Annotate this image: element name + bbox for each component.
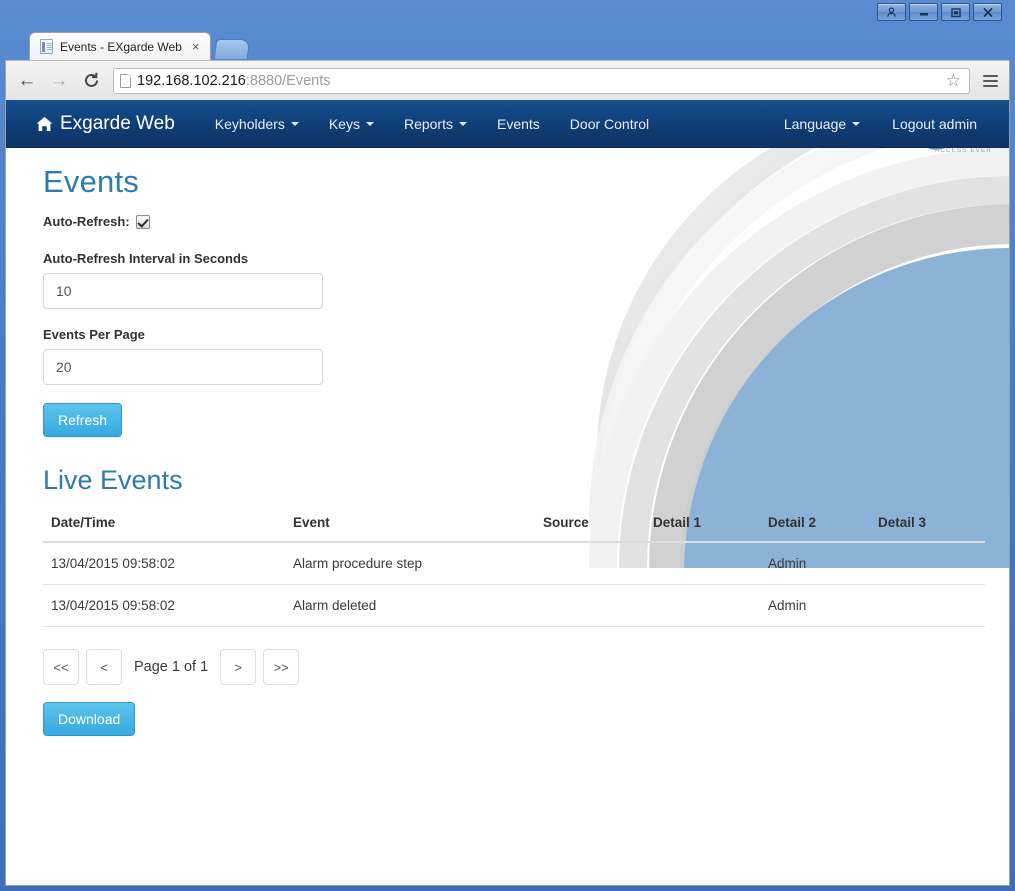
nav-label-keys: Keys	[328, 115, 360, 132]
cell-detail2: Admin	[760, 584, 870, 627]
address-bar[interactable]: 192.168.102.216:8880/Events ☆	[113, 67, 970, 94]
table-row: 13/04/2015 09:58:02 Alarm procedure step…	[43, 542, 985, 585]
chevron-down-icon	[458, 121, 467, 126]
chevron-down-icon	[365, 121, 374, 126]
nav-right-group: Language Logout admin	[770, 110, 991, 138]
cell-detail1	[645, 584, 760, 627]
events-per-page-input[interactable]	[43, 349, 323, 385]
home-icon	[36, 116, 53, 132]
page-favicon-icon	[40, 39, 53, 54]
maximize-button[interactable]	[941, 3, 970, 21]
pagination-next-button[interactable]: >	[220, 649, 257, 685]
per-page-label: Events Per Page	[43, 327, 145, 342]
nav-label-reports: Reports	[403, 115, 453, 132]
column-header-source: Source	[535, 510, 645, 543]
browser-window: Events - EXgarde Web × ← → 192.168.102.2…	[0, 0, 1015, 891]
table-header-row: Date/Time Event Source Detail 1 Detail 2…	[43, 510, 985, 543]
column-header-detail1: Detail 1	[645, 510, 760, 543]
page-viewport: Exgarde Web Keyholders Keys Reports Even…	[5, 100, 1010, 886]
tab-strip: Events - EXgarde Web ×	[5, 32, 1010, 60]
url-path: :8880/Events	[245, 72, 331, 89]
brand-label: Exgarde Web	[60, 112, 175, 134]
page-title: Events	[43, 164, 139, 199]
cell-detail1	[645, 542, 760, 585]
tab-close-icon[interactable]: ×	[189, 40, 203, 53]
pagination-first-button[interactable]: <<	[43, 649, 79, 685]
browser-toolbar: ← → 192.168.102.216:8880/Events ☆	[5, 60, 1010, 100]
column-header-datetime: Date/Time	[43, 510, 285, 543]
nav-label-door-control: Door Control	[569, 115, 650, 132]
chevron-down-icon	[290, 121, 299, 126]
window-controls	[877, 3, 1002, 21]
page-content: Events Auto-Refresh: Auto-Refresh Interv…	[6, 148, 1009, 736]
auto-refresh-label: Auto-Refresh:	[43, 214, 130, 229]
nav-item-logout[interactable]: Logout admin	[878, 110, 991, 138]
chevron-down-icon	[852, 121, 861, 126]
close-button[interactable]	[973, 3, 1002, 21]
pagination: << < Page 1 of 1 > >>	[43, 649, 979, 685]
url-host: 192.168.102.216	[137, 72, 246, 89]
back-icon[interactable]: ←	[14, 68, 40, 94]
minimize-button[interactable]	[909, 3, 938, 21]
brand-link[interactable]: Exgarde Web	[36, 113, 175, 135]
user-account-button[interactable]	[877, 3, 906, 21]
nav-item-reports[interactable]: Reports	[390, 110, 481, 138]
nav-label-language: Language	[783, 115, 847, 132]
table-row: 13/04/2015 09:58:02 Alarm deleted Admin	[43, 584, 985, 627]
refresh-button[interactable]: Refresh	[43, 403, 123, 437]
nav-item-events[interactable]: Events	[483, 110, 554, 138]
new-tab-button[interactable]	[214, 39, 251, 59]
cell-detail2: Admin	[760, 542, 870, 585]
nav-item-keys[interactable]: Keys	[315, 110, 388, 138]
cell-detail3	[870, 584, 985, 627]
cell-source	[535, 542, 645, 585]
column-header-detail2: Detail 2	[760, 510, 870, 543]
nav-label-logout: Logout admin	[892, 115, 977, 132]
bookmark-star-icon[interactable]: ☆	[946, 71, 963, 91]
page-info-icon	[120, 73, 131, 88]
auto-refresh-checkbox[interactable]	[135, 214, 150, 229]
pagination-prev-button[interactable]: <	[86, 649, 122, 685]
tab-title: Events - EXgarde Web	[60, 39, 182, 54]
nav-item-keyholders[interactable]: Keyholders	[201, 110, 313, 138]
column-header-event: Event	[285, 510, 535, 543]
browser-menu-icon[interactable]	[979, 68, 1001, 94]
interval-label: Auto-Refresh Interval in Seconds	[43, 251, 249, 266]
window-titlebar	[5, 0, 1010, 32]
nav-links: Keyholders Keys Reports Events Door Cont…	[201, 110, 663, 138]
nav-label-keyholders: Keyholders	[214, 115, 285, 132]
url-text: 192.168.102.216:8880/Events	[137, 73, 331, 89]
download-row: Download	[43, 702, 979, 736]
column-header-detail3: Detail 3	[870, 510, 985, 543]
nav-label-events: Events	[496, 115, 540, 132]
cell-detail3	[870, 542, 985, 585]
reload-icon[interactable]	[78, 68, 104, 94]
nav-item-language[interactable]: Language	[770, 110, 874, 138]
pagination-last-button[interactable]: >>	[263, 649, 300, 685]
download-button[interactable]: Download	[43, 702, 136, 736]
auto-refresh-row: Auto-Refresh:	[43, 214, 979, 229]
cell-event: Alarm deleted	[285, 584, 535, 627]
cell-datetime: 13/04/2015 09:58:02	[43, 542, 285, 585]
live-events-title: Live Events	[43, 465, 183, 495]
browser-tab[interactable]: Events - EXgarde Web ×	[29, 32, 212, 60]
pagination-label: Page 1 of 1	[134, 659, 209, 675]
forward-icon[interactable]: →	[46, 68, 72, 94]
nav-item-door-control[interactable]: Door Control	[556, 110, 663, 138]
cell-source	[535, 584, 645, 627]
site-navbar: Exgarde Web Keyholders Keys Reports Even…	[6, 100, 1009, 148]
cell-datetime: 13/04/2015 09:58:02	[43, 584, 285, 627]
auto-refresh-interval-input[interactable]	[43, 273, 323, 309]
cell-event: Alarm procedure step	[285, 542, 535, 585]
events-table: Date/Time Event Source Detail 1 Detail 2…	[43, 510, 985, 627]
